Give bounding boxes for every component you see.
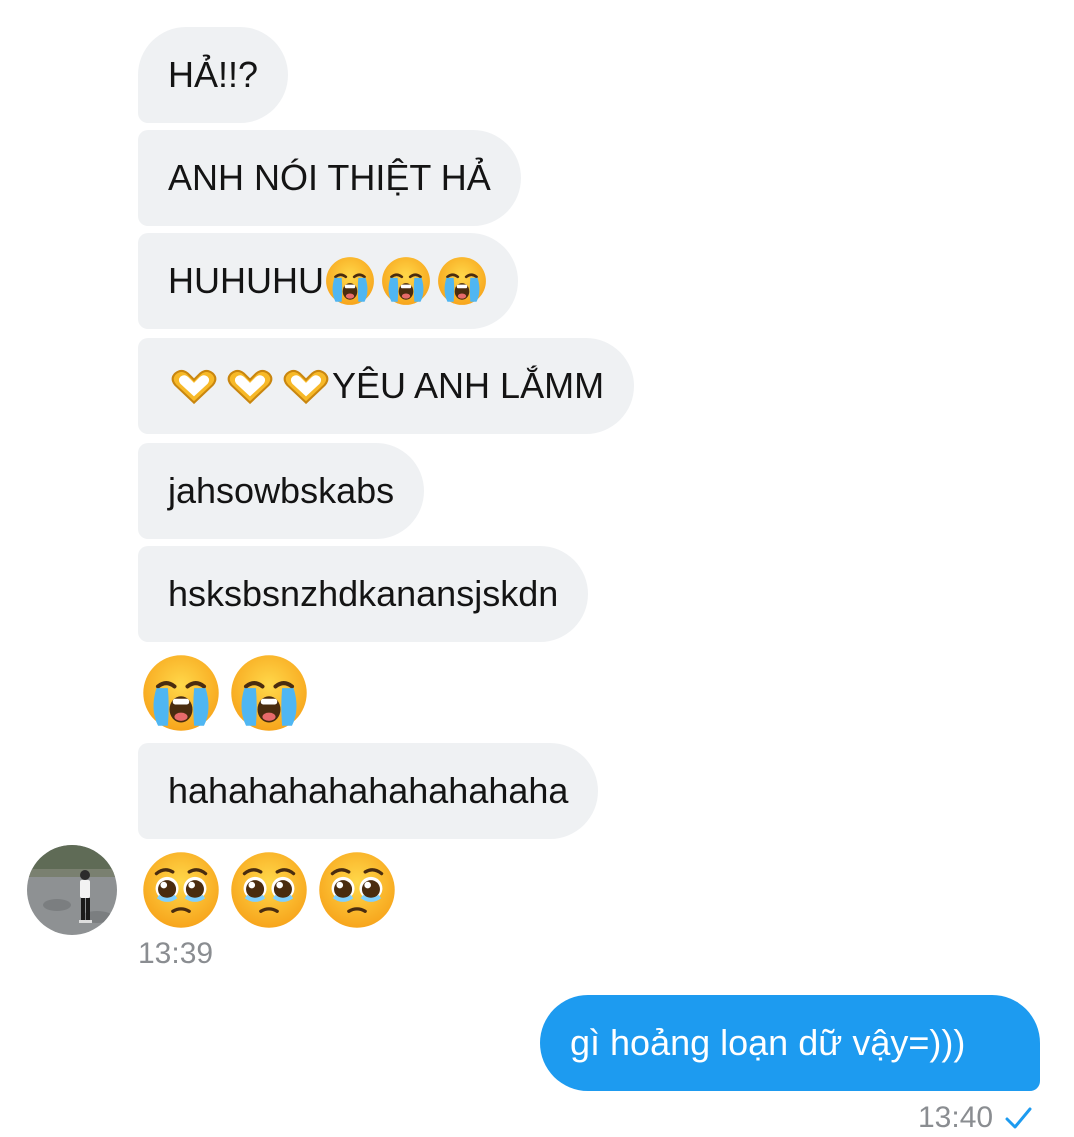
message-bubble[interactable]: HUHUHU [138, 233, 518, 329]
message-bubble[interactable]: HẢ!!? [138, 27, 289, 123]
message-bubble[interactable]: hahahahahahahahahaha [138, 743, 599, 839]
check-icon [1005, 1107, 1032, 1129]
outgoing-message-bubble[interactable]: gì hoảng loạn dữ vậy=))) [540, 995, 1040, 1091]
crying-face-icon [324, 255, 376, 307]
message-text: YÊU ANH LẮMM [332, 365, 605, 406]
message-bubble[interactable]: jahsowbskabs [138, 443, 425, 539]
message-text: ANH NÓI THIỆT HẢ [168, 157, 491, 198]
crying-face-icon [380, 255, 432, 307]
pleading-face-icon [316, 849, 398, 931]
avatar[interactable] [27, 845, 117, 935]
message-text: jahsowbskabs [168, 470, 395, 511]
message-text: hahahahahahahahahaha [168, 770, 569, 811]
crying-face-icon [140, 652, 222, 734]
message-text: hsksbsnzhdkanansjskdn [168, 573, 559, 614]
emoji-message[interactable] [140, 849, 398, 931]
crying-face-icon [436, 255, 488, 307]
crying-face-icon [228, 652, 310, 734]
pleading-face-icon [228, 849, 310, 931]
pleading-face-icon [140, 849, 222, 931]
heart-hands-icon [280, 365, 332, 407]
message-bubble[interactable]: hsksbsnzhdkanansjskdn [138, 546, 589, 642]
incoming-timestamp: 13:39 [138, 937, 214, 970]
heart-hands-icon [168, 365, 220, 407]
message-text: gì hoảng loạn dữ vậy=))) [570, 1022, 966, 1063]
message-text: HUHUHU [168, 260, 324, 301]
message-text: HẢ!!? [168, 54, 259, 95]
avatar-photo [27, 845, 117, 935]
outgoing-time: 13:40 [918, 1101, 994, 1134]
emoji-message[interactable] [140, 652, 310, 734]
outgoing-timestamp: 13:40 [918, 1101, 1033, 1135]
message-bubble[interactable]: YÊU ANH LẮMM [138, 338, 635, 434]
message-bubble[interactable]: ANH NÓI THIỆT HẢ [138, 130, 521, 226]
heart-hands-icon [224, 365, 276, 407]
